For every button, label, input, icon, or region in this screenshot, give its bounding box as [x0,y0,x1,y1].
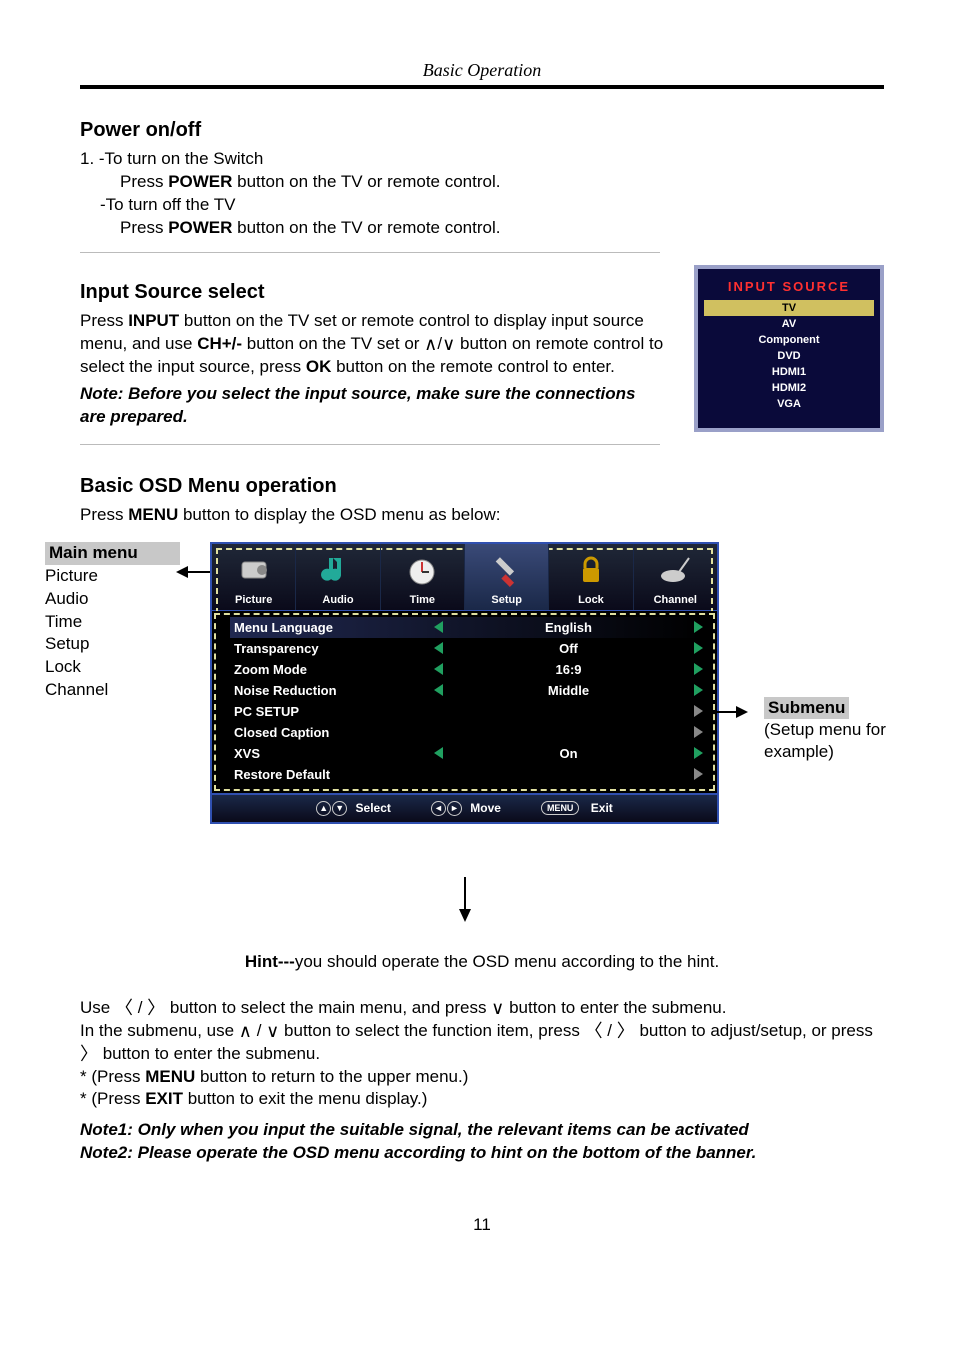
usage-line3: * (Press MENU button to return to the up… [80,1066,884,1089]
input-source-item[interactable]: VGA [704,396,874,412]
osd-row[interactable]: Noise Reduction Middle [230,680,703,701]
power-heading: Power on/off [80,119,884,142]
osd-row[interactable]: Transparency Off [230,638,703,659]
power-line1: 1. -To turn on the Switch [80,148,884,171]
setup-icon [487,550,527,590]
lock-icon [571,550,611,590]
input-source-paragraph: Press INPUT button on the TV set or remo… [80,310,664,379]
osd-row-label: Noise Reduction [230,683,434,698]
main-menu-item: Time [45,611,180,634]
osd-row[interactable]: Restore Default [230,764,703,785]
main-menu-label: Main menu PictureAudioTimeSetupLockChann… [45,542,180,703]
input-source-note: Note: Before you select the input source… [80,383,664,429]
osd-row[interactable]: PC SETUP [230,701,703,722]
osd-row-label: Menu Language [230,620,434,635]
input-source-panel: INPUT SOURCE TVAVComponentDVDHDMI1HDMI2V… [694,265,884,432]
main-menu-item: Setup [45,633,180,656]
arrow-left-icon[interactable] [434,621,443,633]
input-source-item[interactable]: AV [704,316,874,332]
arrow-left-icon[interactable] [434,684,443,696]
main-menu-item: Channel [45,679,180,702]
input-source-item[interactable]: HDMI2 [704,380,874,396]
arrow-icon [455,877,475,922]
divider [80,444,660,445]
picture-icon [234,550,274,590]
time-icon [402,550,442,590]
osd-row-value: 16:9 [449,662,688,677]
osd-row-label: Zoom Mode [230,662,434,677]
osd-tab-label: Channel [634,594,717,606]
osd-tab-label: Setup [465,594,548,606]
osd-row-label: PC SETUP [230,704,434,719]
osd-tab-label: Lock [549,594,632,606]
arrow-left-icon[interactable] [434,747,443,759]
usage-line2: In the submenu, use ∧ / ∨ button to sele… [80,1020,884,1066]
hint-select: ▲▼ Select [316,801,391,816]
osd-row-label: Restore Default [230,767,434,782]
osd-row[interactable]: XVS On [230,743,703,764]
hint-move: ◄► Move [431,801,501,816]
osd-tab-picture[interactable]: Picture [212,544,296,610]
arrow-icon [706,702,748,722]
usage-line4: * (Press EXIT button to exit the menu di… [80,1088,884,1111]
osd-submenu-body: Menu Language English Transparency Off Zoom … [212,611,717,793]
osd-row-value: Off [449,641,688,656]
arrow-right-icon[interactable] [694,726,703,738]
osd-panel: PictureAudioTimeSetupLockChannel Menu La… [210,542,719,824]
input-source-item[interactable]: DVD [704,348,874,364]
channel-icon [655,550,695,590]
osd-tab-lock[interactable]: Lock [549,544,633,610]
submenu-label: Submenu (Setup menu for example) [764,697,904,763]
usage-line1: Use 〈 / 〉 button to select the main menu… [80,997,884,1020]
input-source-item[interactable]: HDMI1 [704,364,874,380]
osd-row-label: Transparency [230,641,434,656]
osd-tab-label: Time [381,594,464,606]
osd-tab-setup[interactable]: Setup [465,544,549,610]
hint-exit: MENU Exit [541,801,613,816]
arrow-left-icon[interactable] [434,663,443,675]
arrow-right-icon[interactable] [694,642,703,654]
power-line4: Press POWER button on the TV or remote c… [120,217,884,240]
hint-caption: Hint---you should operate the OSD menu a… [80,952,884,972]
audio-icon [318,550,358,590]
osd-tab-channel[interactable]: Channel [634,544,717,610]
osd-intro: Press MENU button to display the OSD men… [80,504,884,527]
osd-tab-label: Picture [212,594,295,606]
input-source-heading: Input Source select [80,281,664,304]
arrow-left-icon[interactable] [434,642,443,654]
osd-row[interactable]: Closed Caption [230,722,703,743]
arrow-right-icon[interactable] [694,705,703,717]
input-source-title: INPUT SOURCE [704,275,874,300]
arrow-right-icon[interactable] [694,663,703,675]
main-menu-item: Lock [45,656,180,679]
main-menu-item: Audio [45,588,180,611]
input-source-item[interactable]: Component [704,332,874,348]
osd-row[interactable]: Zoom Mode 16:9 [230,659,703,680]
main-menu-item: Picture [45,565,180,588]
divider [80,252,660,253]
input-source-item[interactable]: TV [704,300,874,316]
usage-note1: Note1: Only when you input the suitable … [80,1119,884,1142]
arrow-right-icon[interactable] [694,684,703,696]
osd-row-value: Middle [449,683,688,698]
osd-tab-label: Audio [296,594,379,606]
osd-row-value: English [449,620,688,635]
osd-row-value: On [449,746,688,761]
arrow-right-icon[interactable] [694,747,703,759]
arrow-right-icon[interactable] [694,768,703,780]
osd-heading: Basic OSD Menu operation [80,475,884,498]
osd-tabs: PictureAudioTimeSetupLockChannel [212,544,717,611]
osd-tab-time[interactable]: Time [381,544,465,610]
power-line3: -To turn off the TV [100,194,884,217]
osd-tab-audio[interactable]: Audio [296,544,380,610]
page-section-header: Basic Operation [80,60,884,89]
arrow-right-icon[interactable] [694,621,703,633]
osd-hint-bar: ▲▼ Select ◄► Move MENU Exit [212,793,717,822]
page-number: 11 [80,1215,884,1235]
osd-row-label: XVS [230,746,434,761]
osd-row[interactable]: Menu Language English [230,617,703,638]
osd-row-label: Closed Caption [230,725,434,740]
power-line2: Press POWER button on the TV or remote c… [120,171,884,194]
usage-note2: Note2: Please operate the OSD menu accor… [80,1142,884,1165]
